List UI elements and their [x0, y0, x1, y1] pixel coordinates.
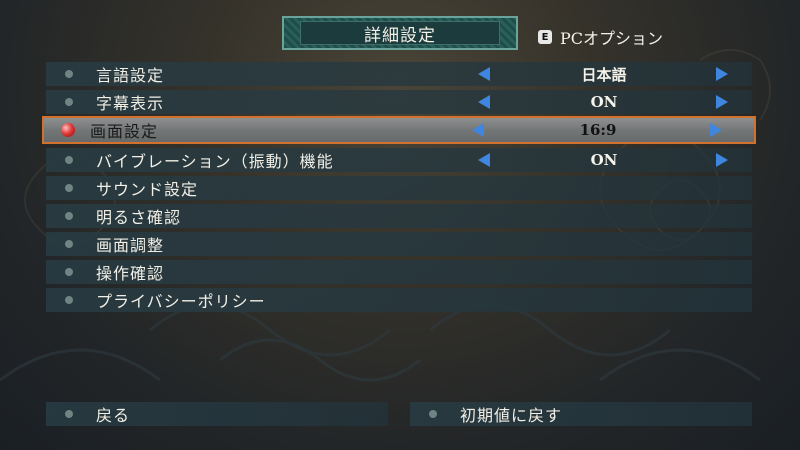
- right-arrow-icon[interactable]: [716, 153, 728, 167]
- bullet-icon: [65, 70, 73, 78]
- right-arrow-icon[interactable]: [710, 123, 722, 137]
- right-arrow-icon[interactable]: [716, 95, 728, 109]
- bullet-icon: [65, 268, 73, 276]
- pc-option-label: PCオプション: [560, 29, 664, 48]
- reset-defaults-button[interactable]: 初期値に戻す: [410, 402, 752, 426]
- left-arrow-icon[interactable]: [472, 123, 484, 137]
- setting-label: 言語設定: [96, 66, 165, 85]
- bullet-icon: [65, 296, 73, 304]
- setting-row-language[interactable]: 言語設定 日本語: [46, 62, 752, 86]
- setting-value: 16:9: [579, 121, 617, 139]
- bullet-icon: [65, 240, 73, 248]
- setting-label: サウンド設定: [96, 180, 199, 199]
- e-key-icon: E: [538, 30, 552, 44]
- bullet-icon: [65, 410, 73, 418]
- setting-row-controls[interactable]: 操作確認: [46, 260, 752, 284]
- back-button[interactable]: 戻る: [46, 402, 388, 426]
- setting-label: 字幕表示: [96, 94, 165, 113]
- back-label: 戻る: [96, 406, 131, 425]
- setting-row-vibration[interactable]: バイブレーション（振動）機能 ON: [46, 148, 752, 172]
- bullet-icon: [429, 410, 437, 418]
- left-arrow-icon[interactable]: [478, 153, 490, 167]
- bullet-icon: [65, 184, 73, 192]
- bullet-icon: [65, 98, 73, 106]
- setting-label: 操作確認: [96, 264, 165, 283]
- setting-value: ON: [590, 151, 618, 169]
- screen-title-banner: 詳細設定: [282, 16, 518, 50]
- setting-row-brightness[interactable]: 明るさ確認: [46, 204, 752, 228]
- setting-label: プライバシーポリシー: [96, 292, 266, 311]
- setting-row-sound[interactable]: サウンド設定: [46, 176, 752, 200]
- pc-option-button[interactable]: E PCオプション: [538, 25, 663, 49]
- right-arrow-icon[interactable]: [716, 67, 728, 81]
- setting-value: 日本語: [581, 65, 627, 84]
- bullet-icon: [65, 156, 73, 164]
- settings-list: 言語設定 日本語 字幕表示 ON 画面設定 16:9 バイブレーション（振動）機…: [42, 62, 756, 316]
- left-arrow-icon[interactable]: [478, 67, 490, 81]
- setting-row-screen-adjust[interactable]: 画面調整: [46, 232, 752, 256]
- selected-orb-icon: [61, 123, 75, 137]
- setting-row-subtitles[interactable]: 字幕表示 ON: [46, 90, 752, 114]
- setting-label: バイブレーション（振動）機能: [96, 152, 334, 171]
- setting-row-screen[interactable]: 画面設定 16:9: [42, 116, 756, 144]
- screen-title: 詳細設定: [364, 25, 436, 46]
- setting-label: 画面設定: [90, 122, 159, 141]
- setting-label: 画面調整: [96, 236, 165, 255]
- reset-label: 初期値に戻す: [460, 406, 563, 425]
- setting-label: 明るさ確認: [96, 208, 182, 227]
- left-arrow-icon[interactable]: [478, 95, 490, 109]
- setting-row-privacy[interactable]: プライバシーポリシー: [46, 288, 752, 312]
- bullet-icon: [65, 212, 73, 220]
- setting-value: ON: [590, 93, 618, 111]
